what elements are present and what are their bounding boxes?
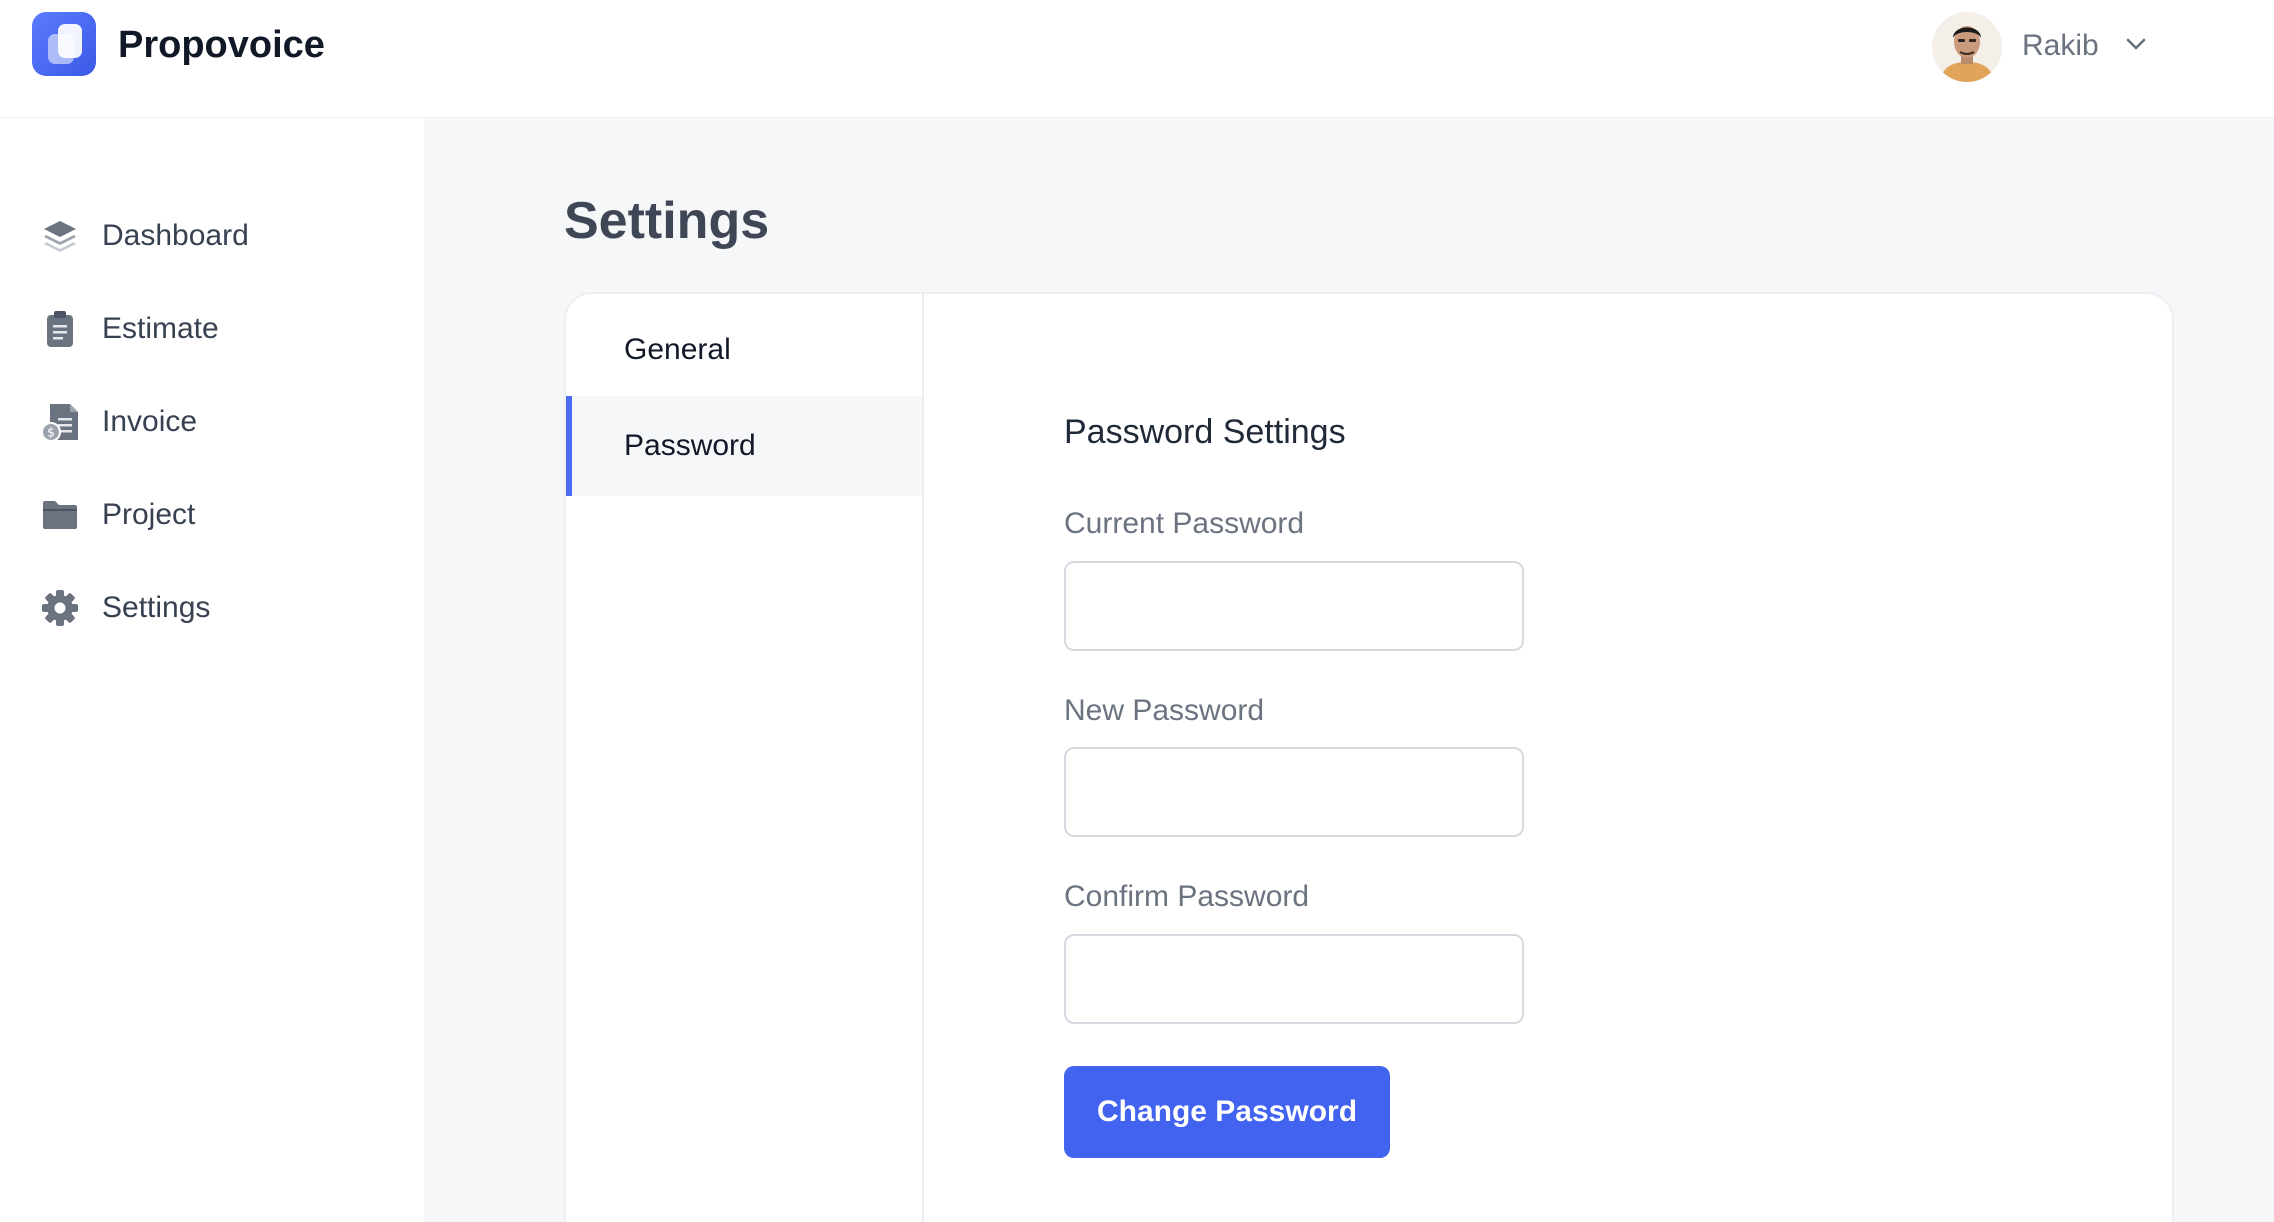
new-password-input[interactable] — [1064, 747, 1524, 837]
new-password-label: New Password — [1064, 694, 1265, 727]
app-logo-icon[interactable] — [32, 12, 96, 76]
current-password-label: Current Password — [1064, 507, 1305, 540]
top-bar: Propovoice Rakib — [0, 0, 2274, 118]
sidebar-item-label: Dashboard — [102, 219, 249, 252]
sidebar-item-dashboard[interactable]: Dashboard — [38, 208, 398, 264]
sidebar-item-label: Estimate — [102, 312, 219, 345]
sidebar-item-label: Settings — [102, 591, 211, 624]
tab-password[interactable]: Password — [566, 396, 922, 496]
section-title: Password Settings — [1064, 413, 1346, 451]
settings-tabs: General Password — [566, 294, 924, 1222]
chevron-down-icon[interactable] — [2122, 30, 2150, 58]
gear-icon — [38, 586, 82, 630]
sidebar-item-settings[interactable]: Settings — [38, 580, 398, 636]
current-password-input[interactable] — [1064, 561, 1524, 651]
avatar[interactable] — [1932, 12, 2002, 82]
sidebar-item-estimate[interactable]: Estimate — [38, 301, 398, 357]
page-title: Settings — [564, 192, 770, 250]
layers-icon — [38, 214, 82, 258]
avatar-image — [1932, 12, 2002, 82]
folder-icon — [38, 493, 82, 537]
user-name[interactable]: Rakib — [2022, 26, 2099, 66]
sidebar-item-label: Project — [102, 498, 196, 531]
logo-sheet-front — [58, 24, 82, 58]
app-name[interactable]: Propovoice — [118, 20, 325, 70]
confirm-password-input[interactable] — [1064, 934, 1524, 1024]
sidebar-item-label: Invoice — [102, 405, 198, 438]
sidebar: Dashboard Estimate $ Invoice Project Set… — [0, 118, 424, 1222]
tab-general[interactable]: General — [566, 300, 922, 400]
sidebar-item-invoice[interactable]: $ Invoice — [38, 394, 398, 450]
sidebar-item-project[interactable]: Project — [38, 487, 398, 543]
invoice-icon: $ — [38, 400, 82, 444]
svg-text:$: $ — [47, 426, 55, 440]
change-password-button[interactable]: Change Password — [1064, 1066, 1390, 1158]
settings-card: General Password Password Settings Curre… — [564, 292, 2174, 1222]
confirm-password-label: Confirm Password — [1064, 880, 1310, 913]
clipboard-icon — [38, 307, 82, 351]
